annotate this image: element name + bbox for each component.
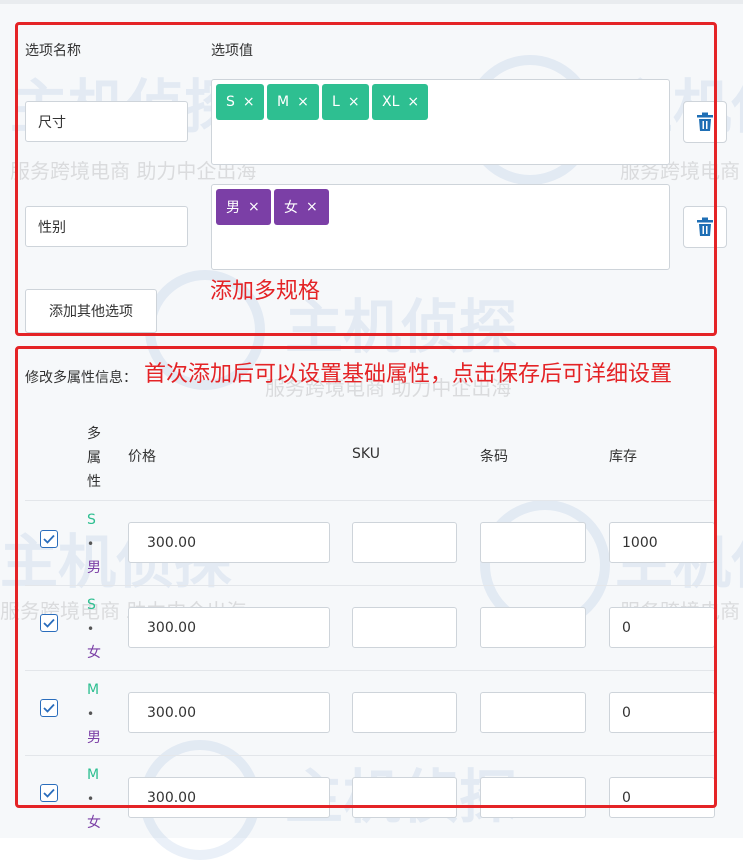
- annotation-box-variants: [15, 346, 717, 808]
- annotation-box-options: [15, 22, 717, 336]
- top-divider: [0, 0, 743, 4]
- variant-gender: 女: [87, 815, 101, 831]
- product-options-panel: 主机侦探 主机侦探 服务跨境电商 助力中企出海 服务跨境电商 助力中企出海 主机…: [0, 0, 743, 860]
